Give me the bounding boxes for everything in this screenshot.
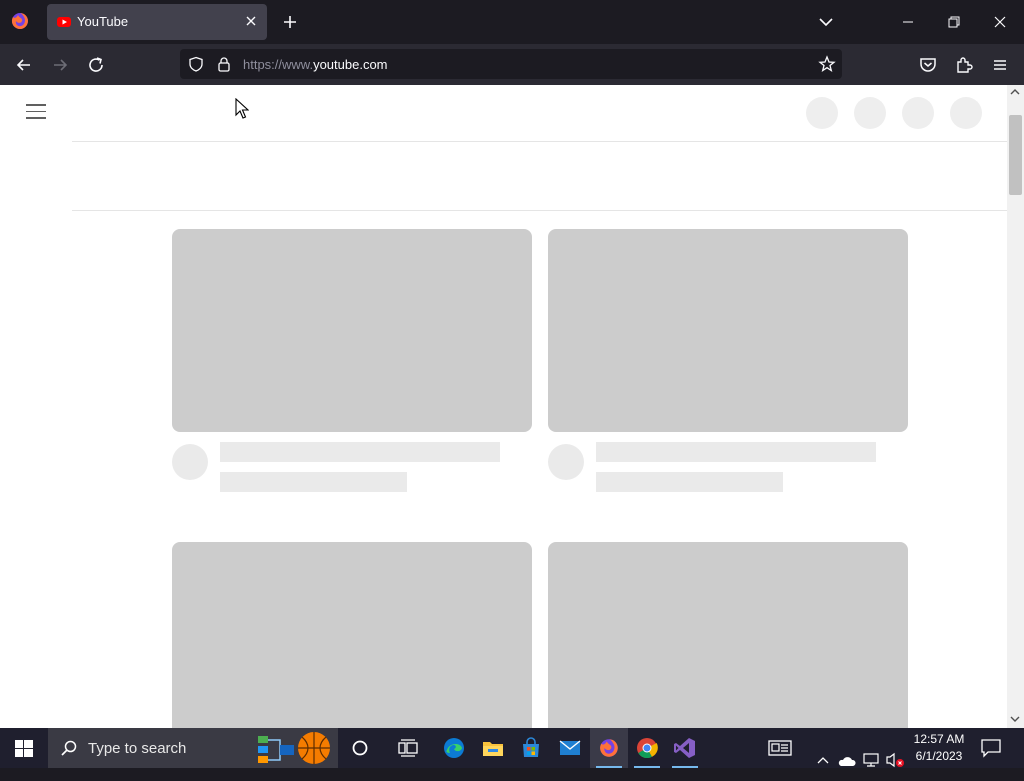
video-thumbnail-skeleton — [172, 542, 532, 728]
visual-studio-icon — [674, 738, 695, 758]
lock-icon[interactable] — [216, 56, 232, 72]
star-icon[interactable] — [818, 55, 836, 73]
firefox-icon[interactable] — [10, 11, 30, 31]
tab-title: YouTube — [77, 14, 129, 29]
close-icon[interactable] — [990, 12, 1010, 32]
taskbar-visual-studio[interactable] — [666, 728, 704, 768]
header-divider — [72, 141, 1007, 142]
search-highlight-illustration-icon — [258, 732, 330, 764]
extensions-icon[interactable] — [952, 53, 976, 77]
url-prefix: https://www. — [243, 57, 314, 72]
task-view-button[interactable] — [389, 728, 427, 768]
header-skeleton-circle — [854, 97, 886, 129]
chips-divider — [72, 210, 1007, 211]
close-icon[interactable] — [243, 13, 259, 29]
youtube-page — [0, 85, 1024, 728]
chrome-icon — [637, 738, 658, 759]
restore-icon[interactable] — [944, 12, 964, 32]
header-skeleton-circle — [902, 97, 934, 129]
tab-youtube[interactable]: YouTube — [47, 4, 267, 40]
minimize-icon[interactable] — [898, 12, 918, 32]
scrollbar-thumb[interactable] — [1009, 115, 1022, 195]
plus-icon[interactable] — [280, 12, 300, 32]
meta-skeleton — [220, 472, 407, 492]
chevron-up-icon[interactable] — [816, 741, 830, 781]
hamburger-icon[interactable] — [26, 104, 46, 120]
firefox-icon — [600, 739, 618, 757]
browser-titlebar: YouTube — [0, 0, 1024, 44]
taskbar-store[interactable] — [512, 728, 550, 768]
store-icon — [523, 737, 539, 757]
forward-arrow-icon[interactable] — [48, 53, 72, 77]
taskbar-chrome[interactable] — [628, 728, 666, 768]
header-skeleton-circle — [806, 97, 838, 129]
page-scrollbar[interactable] — [1007, 85, 1024, 728]
meta-skeleton — [596, 472, 783, 492]
url-bar[interactable]: https://www.youtube.com — [180, 49, 842, 79]
channel-avatar-skeleton — [548, 444, 584, 480]
mouse-cursor-icon — [235, 98, 249, 119]
file-explorer-icon — [483, 742, 503, 756]
notification-icon[interactable] — [980, 738, 1002, 758]
task-view-icon — [398, 739, 418, 757]
scroll-up-arrow-icon[interactable] — [1010, 87, 1020, 97]
clock-time: 12:57 AM — [913, 732, 965, 746]
header-skeleton-circle — [950, 97, 982, 129]
news-widget-button[interactable] — [760, 728, 798, 768]
pocket-icon[interactable] — [916, 53, 940, 77]
url-host: youtube.com — [313, 57, 388, 72]
taskbar-file-explorer[interactable] — [474, 728, 512, 768]
cortana-button[interactable] — [341, 728, 379, 768]
browser-navbar: https://www.youtube.com — [0, 44, 1024, 85]
video-thumbnail-skeleton — [548, 542, 908, 728]
shield-icon[interactable] — [188, 56, 204, 72]
taskbar-clock[interactable]: 12:57 AM 6/1/2023 — [908, 731, 970, 765]
edge-icon — [444, 738, 464, 758]
youtube-favicon-icon — [57, 17, 71, 27]
video-thumbnail-skeleton — [548, 229, 908, 432]
onedrive-icon[interactable] — [838, 741, 856, 781]
taskbar-mail[interactable] — [551, 728, 589, 768]
cortana-icon — [352, 740, 368, 756]
network-icon[interactable] — [862, 740, 880, 780]
news-icon — [768, 740, 792, 756]
volume-muted-icon[interactable] — [885, 740, 905, 780]
channel-avatar-skeleton — [172, 444, 208, 480]
reload-icon[interactable] — [84, 53, 108, 77]
taskbar-firefox[interactable] — [590, 728, 628, 768]
back-arrow-icon[interactable] — [12, 53, 36, 77]
windows-taskbar: Type to search 12:57 AM 6/1/2023 — [0, 728, 1024, 768]
taskbar-search-box[interactable]: Type to search — [48, 728, 338, 768]
url-text[interactable]: https://www.youtube.com — [243, 57, 388, 72]
video-thumbnail-skeleton — [172, 229, 532, 432]
title-skeleton — [596, 442, 876, 462]
windows-icon — [15, 740, 33, 757]
taskbar-edge[interactable] — [435, 728, 473, 768]
start-button[interactable] — [0, 728, 48, 768]
search-placeholder: Type to search — [88, 740, 187, 757]
clock-date: 6/1/2023 — [915, 749, 963, 763]
chevron-down-icon[interactable] — [816, 12, 836, 32]
mail-icon — [559, 740, 581, 755]
title-skeleton — [220, 442, 500, 462]
scroll-down-arrow-icon[interactable] — [1010, 714, 1020, 724]
menu-icon[interactable] — [988, 53, 1012, 77]
search-icon — [61, 740, 77, 756]
